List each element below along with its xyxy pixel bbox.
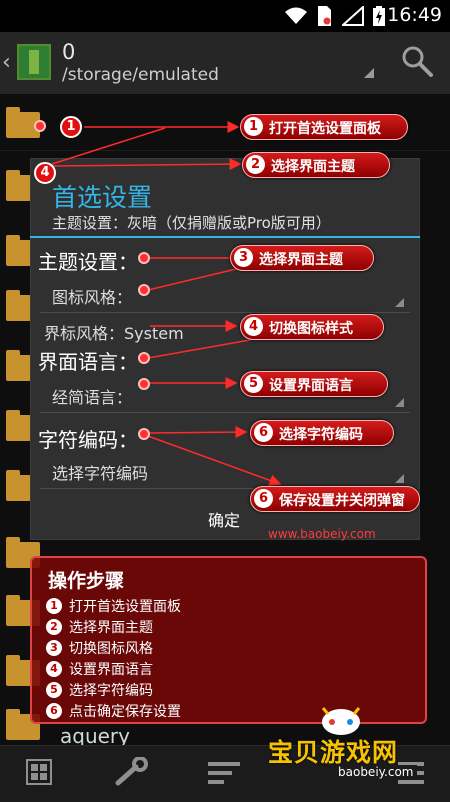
annotation-dot — [138, 352, 150, 364]
annotation-pill: 4 切换图标样式 — [240, 314, 384, 340]
wrench-icon[interactable] — [114, 757, 150, 787]
annotation-dot — [138, 378, 150, 390]
dialog-title-divider — [30, 236, 420, 238]
wifi-icon — [285, 7, 307, 24]
annotation-number: 6 — [254, 489, 273, 508]
annotation-pill: 6 选择字符编码 — [250, 420, 394, 446]
step-text: 设置界面语言 — [69, 662, 153, 678]
spinner-arrow-icon — [395, 398, 404, 407]
logo-url: baobeiy.com — [334, 765, 418, 779]
step-text: 打开首选设置面板 — [69, 599, 181, 615]
icon-style-setting[interactable]: 图标风格： — [52, 284, 132, 308]
step-text: 选择字符编码 — [69, 683, 153, 699]
annotation-number: 3 — [234, 248, 253, 267]
annotation-text: 设置界面语言 — [269, 378, 353, 394]
setting-divider — [40, 412, 410, 413]
annotation-dot — [138, 428, 150, 440]
dialog-title: 首选设置 — [52, 183, 153, 212]
charset-value[interactable]: 选择字符编码 — [52, 460, 148, 484]
spinner-arrow-icon — [395, 298, 404, 307]
annotation-text: 选择界面主题 — [259, 252, 343, 268]
setting-divider — [40, 312, 410, 313]
step-number: 5 — [46, 682, 62, 698]
theme-setting[interactable]: 主题设置： — [38, 246, 138, 275]
annotation-pill: 3 选择界面主题 — [230, 245, 374, 271]
step-text: 选择界面主题 — [69, 620, 153, 636]
step-number: 4 — [46, 661, 62, 677]
status-bar: 16:49 — [0, 0, 450, 32]
annotation-number: 4 — [244, 317, 263, 336]
cursor-style-setting[interactable]: 界标风格：System — [44, 320, 184, 344]
step-number: 6 — [46, 703, 62, 719]
annotation-number: 2 — [246, 155, 265, 174]
sim-icon — [318, 6, 331, 26]
path-dropdown-icon[interactable] — [364, 68, 374, 78]
annotation-dot — [34, 120, 46, 132]
annotation-number: 1 — [244, 117, 263, 136]
annotation-number: 6 — [254, 423, 273, 442]
battery-icon — [373, 6, 385, 26]
sort-icon[interactable] — [208, 760, 242, 786]
annotation-dot — [138, 252, 150, 264]
signal-icon — [342, 6, 364, 26]
app-icon[interactable] — [17, 44, 51, 80]
search-icon[interactable] — [400, 44, 434, 78]
spinner-arrow-icon — [395, 474, 404, 483]
logo-name: 宝贝游戏网 — [268, 738, 399, 767]
action-bar-path[interactable]: /storage/emulated — [62, 65, 219, 85]
annotation-text: 选择字符编码 — [279, 427, 363, 443]
charset-setting[interactable]: 字符编码： — [38, 424, 138, 453]
annotation-text: 保存设置并关闭弹窗 — [279, 493, 405, 509]
step-number: 3 — [46, 640, 62, 656]
step-number: 1 — [46, 598, 62, 614]
grid-icon[interactable] — [26, 759, 52, 785]
annotation-dot — [138, 284, 150, 296]
step-number: 2 — [46, 619, 62, 635]
dialog-subtitle: 主题设置：灰暗（仅捐赠版或Pro版可用） — [52, 214, 331, 232]
step-text: 点击确定保存设置 — [69, 704, 181, 720]
ok-button-label: 确定 — [208, 511, 241, 530]
ui-language-setting[interactable]: 界面语言： — [38, 346, 138, 375]
annotation-pill: 5 设置界面语言 — [240, 371, 388, 397]
watermark: www.baobeiy.com — [268, 527, 376, 541]
annotation-pill: 1 打开首选设置面板 — [240, 114, 408, 140]
annotation-text: 打开首选设置面板 — [269, 121, 381, 137]
annotation-number: 5 — [244, 374, 263, 393]
annotation-badge-1: 1 — [60, 116, 82, 138]
step-text: 切换图标风格 — [69, 641, 153, 657]
action-bar-title: 0 — [62, 40, 76, 64]
annotation-text: 选择界面主题 — [271, 159, 355, 175]
classic-language-setting[interactable]: 经简语言： — [52, 384, 132, 408]
steps-title: 操作步骤 — [48, 570, 125, 592]
annotation-pill: 6 保存设置并关闭弹窗 — [250, 486, 420, 512]
annotation-badge-4: 4 — [34, 162, 56, 184]
annotation-pill: 2 选择界面主题 — [242, 152, 390, 178]
back-chevron-icon[interactable]: ‹ — [2, 50, 11, 75]
annotation-text: 切换图标样式 — [269, 321, 353, 337]
list-divider — [0, 150, 450, 151]
clock: 16:49 — [387, 4, 442, 26]
